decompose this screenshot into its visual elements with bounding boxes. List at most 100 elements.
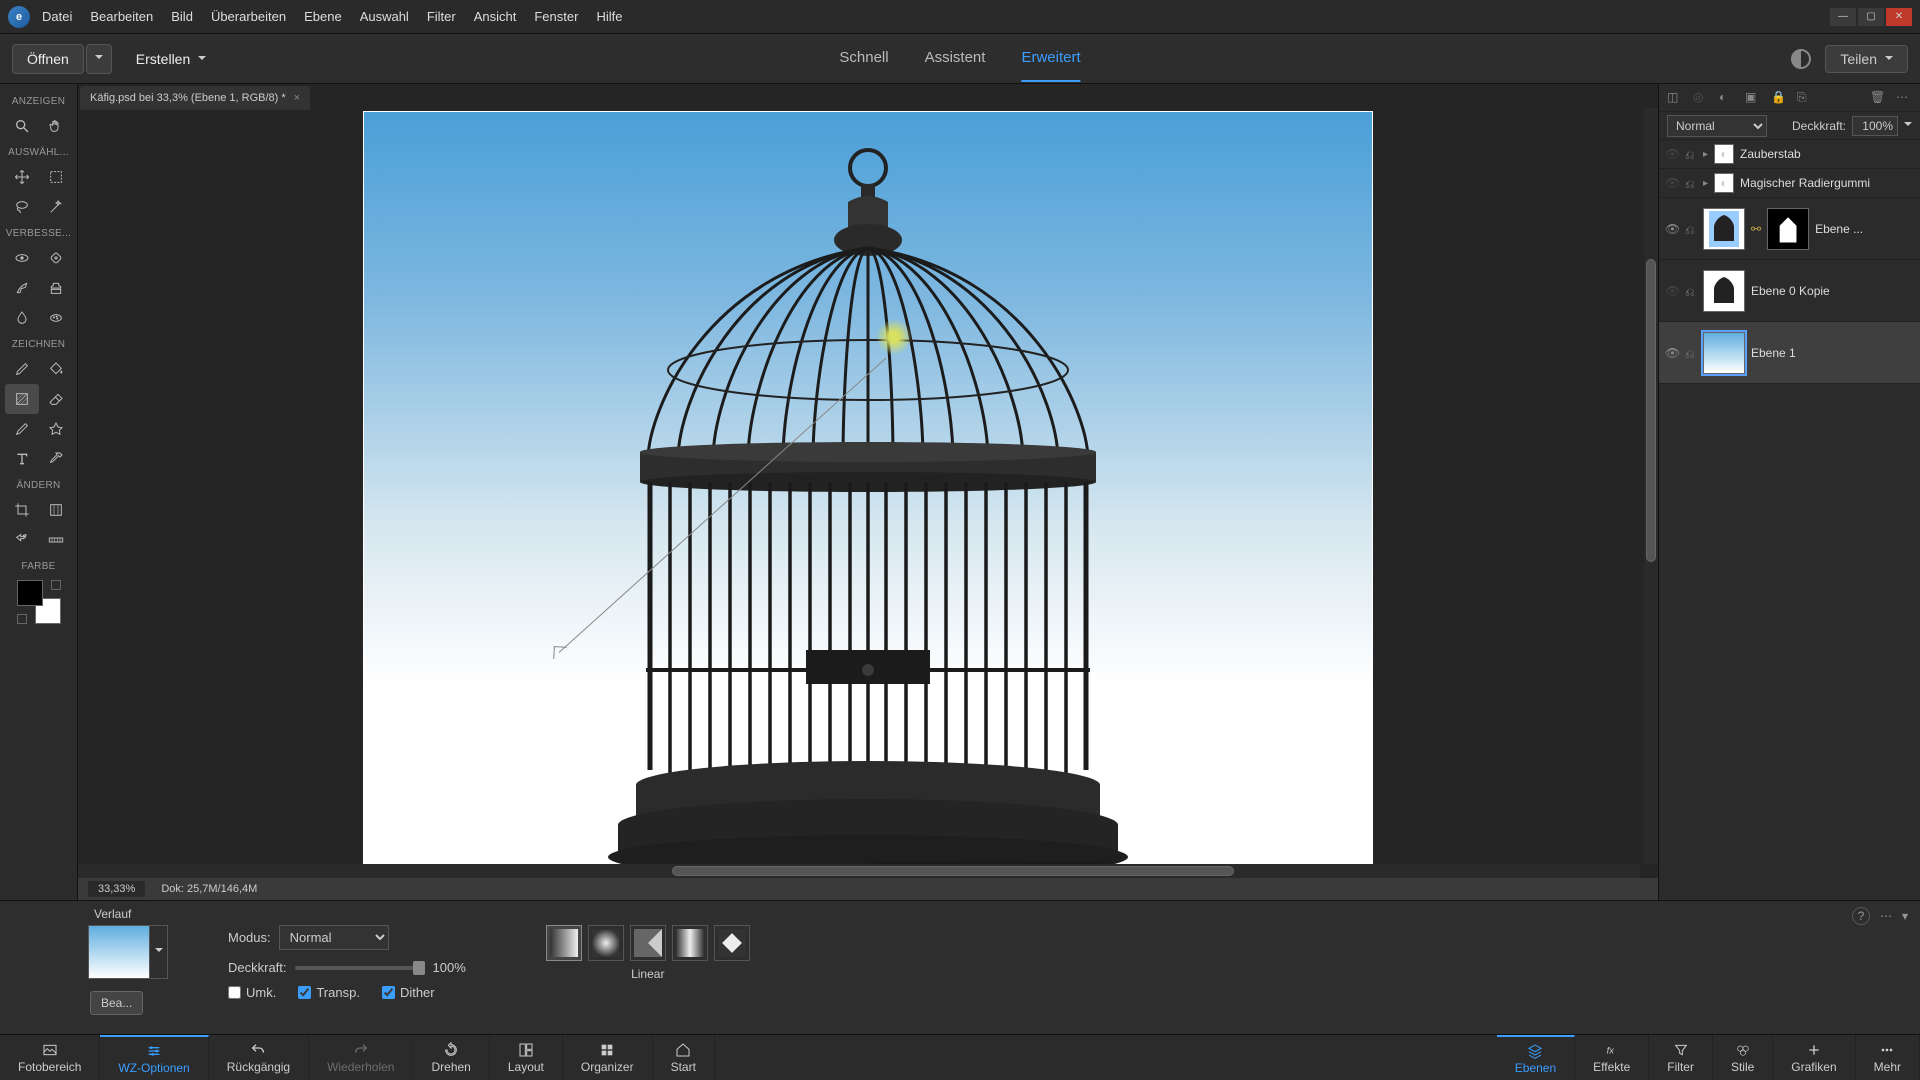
menu-bild[interactable]: Bild xyxy=(171,9,193,24)
visibility-toggle-icon[interactable]: 👁 xyxy=(1665,284,1679,298)
bb-layout[interactable]: Layout xyxy=(490,1035,563,1080)
lasso-tool[interactable] xyxy=(5,192,39,222)
swap-colors-icon[interactable] xyxy=(51,580,61,590)
menu-ansicht[interactable]: Ansicht xyxy=(474,9,517,24)
smart-brush-tool[interactable] xyxy=(5,273,39,303)
opacity-input[interactable] xyxy=(1852,116,1898,136)
recompose-tool[interactable] xyxy=(39,495,73,525)
paint-bucket-tool[interactable] xyxy=(39,354,73,384)
foreground-color-swatch[interactable] xyxy=(17,580,43,606)
window-close-button[interactable]: ✕ xyxy=(1886,8,1912,26)
spot-heal-tool[interactable] xyxy=(39,243,73,273)
close-tab-icon[interactable]: × xyxy=(294,92,300,104)
panel-menu-icon[interactable]: ⋯ xyxy=(1880,909,1892,923)
gradient-type-radial[interactable] xyxy=(588,925,624,961)
crop-tool[interactable] xyxy=(5,495,39,525)
menu-ueberarbeiten[interactable]: Überarbeiten xyxy=(211,9,286,24)
help-icon[interactable]: ? xyxy=(1852,907,1870,925)
menu-datei[interactable]: Datei xyxy=(42,9,72,24)
open-button[interactable]: Öffnen xyxy=(12,44,84,74)
menu-ebene[interactable]: Ebene xyxy=(304,9,342,24)
brush-tool[interactable] xyxy=(5,354,39,384)
visibility-toggle-icon[interactable]: 👁 xyxy=(1665,147,1679,161)
window-minimize-button[interactable]: — xyxy=(1830,8,1856,26)
zoom-level[interactable]: 33,33% xyxy=(88,881,145,897)
link-mask-icon[interactable]: ⚯ xyxy=(1751,222,1761,236)
create-button[interactable]: Erstellen xyxy=(136,51,206,67)
move-tool[interactable] xyxy=(5,162,39,192)
edit-gradient-button[interactable]: Bea... xyxy=(90,991,143,1015)
reverse-checkbox[interactable]: Umk. xyxy=(228,985,276,1000)
bb-start[interactable]: Start xyxy=(653,1035,715,1080)
bb-tool-options[interactable]: WZ-Optionen xyxy=(100,1035,208,1080)
blend-mode-select[interactable]: Normal xyxy=(1667,115,1767,137)
document-tab[interactable]: Käfig.psd bei 33,3% (Ebene 1, RGB/8) * × xyxy=(80,86,310,110)
chevron-down-icon[interactable] xyxy=(1904,119,1912,133)
hand-tool[interactable] xyxy=(39,111,73,141)
lock-icon[interactable]: 🔒 xyxy=(1771,90,1787,106)
share-button[interactable]: Teilen xyxy=(1825,45,1908,73)
menu-bearbeiten[interactable]: Bearbeiten xyxy=(90,9,153,24)
type-tool[interactable] xyxy=(5,444,39,474)
sponge-tool[interactable] xyxy=(39,303,73,333)
transparency-checkbox[interactable]: Transp. xyxy=(298,985,360,1000)
bb-redo[interactable]: Wiederholen xyxy=(309,1035,413,1080)
new-group-icon[interactable]: ◎ xyxy=(1693,90,1709,106)
eraser-tool[interactable] xyxy=(39,384,73,414)
color-swatches[interactable] xyxy=(17,580,61,624)
menu-fenster[interactable]: Fenster xyxy=(534,9,578,24)
shape-tool[interactable] xyxy=(39,414,73,444)
pencil-tool[interactable] xyxy=(5,414,39,444)
vertical-scrollbar[interactable] xyxy=(1644,108,1658,864)
layer-row-ebene[interactable]: 👁 ⎌ ⚯ Ebene ... xyxy=(1659,198,1920,260)
bb-filters[interactable]: Filter xyxy=(1649,1035,1713,1080)
gradient-picker-dropdown[interactable] xyxy=(150,925,168,979)
blend-mode-select[interactable]: Normal xyxy=(279,925,389,950)
collapse-panel-icon[interactable]: ▾ xyxy=(1902,909,1908,923)
dither-checkbox[interactable]: Dither xyxy=(382,985,435,1000)
tab-schnell[interactable]: Schnell xyxy=(839,35,888,82)
visibility-toggle-icon[interactable]: 👁 xyxy=(1665,222,1679,236)
gradient-tool[interactable] xyxy=(5,384,39,414)
menu-filter[interactable]: Filter xyxy=(427,9,456,24)
layer-row-radiergummi[interactable]: 👁 ⎌ ▸ ◐ Magischer Radiergummi xyxy=(1659,169,1920,198)
bb-effects[interactable]: fxEffekte xyxy=(1575,1035,1649,1080)
menu-auswahl[interactable]: Auswahl xyxy=(360,9,409,24)
gradient-type-reflected[interactable] xyxy=(672,925,708,961)
layer-row-ebene-0-kopie[interactable]: 👁 ⎌ Ebene 0 Kopie xyxy=(1659,260,1920,322)
opacity-slider[interactable] xyxy=(295,966,425,970)
tab-assistent[interactable]: Assistent xyxy=(925,35,986,82)
layer-row-zauberstab[interactable]: 👁 ⎌ ▸ ◐ Zauberstab xyxy=(1659,140,1920,169)
tab-erweitert[interactable]: Erweitert xyxy=(1021,35,1080,82)
eyedropper-tool[interactable] xyxy=(39,444,73,474)
gradient-type-linear[interactable] xyxy=(546,925,582,961)
canvas[interactable] xyxy=(78,110,1658,878)
layer-row-ebene-1[interactable]: 👁 ⎌ Ebene 1 xyxy=(1659,322,1920,384)
bb-photo-bin[interactable]: Fotobereich xyxy=(0,1035,100,1080)
bb-organizer[interactable]: Organizer xyxy=(563,1035,653,1080)
content-aware-move-tool[interactable] xyxy=(5,525,39,555)
expand-icon[interactable]: ▸ xyxy=(1703,149,1708,160)
gradient-type-angle[interactable] xyxy=(630,925,666,961)
gradient-type-diamond[interactable] xyxy=(714,925,750,961)
marquee-tool[interactable] xyxy=(39,162,73,192)
expand-icon[interactable]: ▸ xyxy=(1703,178,1708,189)
bb-more[interactable]: Mehr xyxy=(1856,1035,1920,1080)
default-colors-icon[interactable] xyxy=(17,614,27,624)
adjustment-layer-icon[interactable]: ◐ xyxy=(1719,90,1735,106)
delete-layer-icon[interactable]: 🗑 xyxy=(1870,90,1886,106)
bb-rotate[interactable]: Drehen xyxy=(413,1035,489,1080)
bb-undo[interactable]: Rückgängig xyxy=(209,1035,309,1080)
panel-menu-icon[interactable]: ⋯ xyxy=(1896,90,1912,106)
new-layer-icon[interactable]: ◫ xyxy=(1667,90,1683,106)
visibility-toggle-icon[interactable]: 👁 xyxy=(1665,176,1679,190)
zoom-tool[interactable] xyxy=(5,111,39,141)
visibility-toggle-icon[interactable]: 👁 xyxy=(1665,346,1679,360)
theme-toggle-icon[interactable] xyxy=(1791,49,1811,69)
window-maximize-button[interactable]: ▢ xyxy=(1858,8,1884,26)
horizontal-scrollbar[interactable] xyxy=(78,864,1640,878)
clone-stamp-tool[interactable] xyxy=(39,273,73,303)
redeye-tool[interactable] xyxy=(5,243,39,273)
gradient-preview[interactable] xyxy=(88,925,150,979)
bb-layers[interactable]: Ebenen xyxy=(1497,1035,1575,1080)
